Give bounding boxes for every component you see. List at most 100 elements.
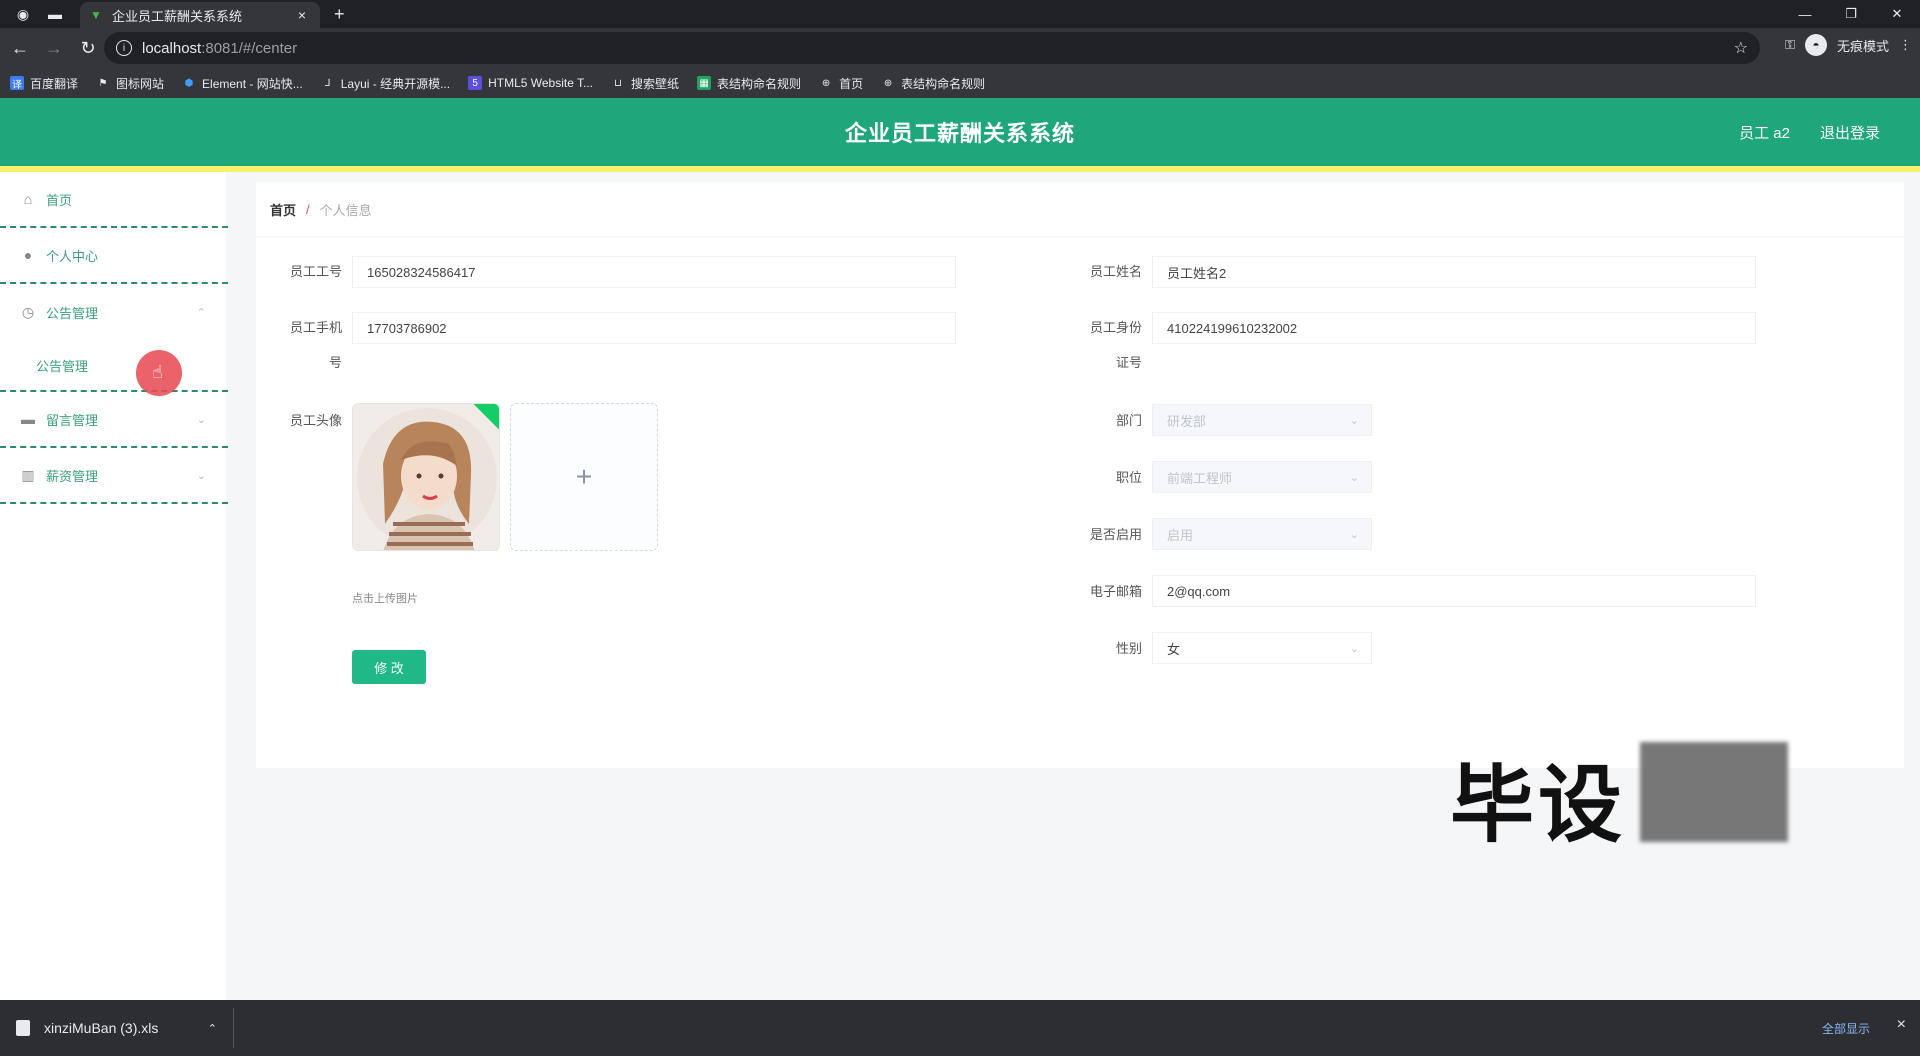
- tab-close-icon[interactable]: ×: [294, 7, 310, 23]
- sidebar-subitem-notices[interactable]: 公告管理 ☝: [0, 340, 228, 396]
- edit-button[interactable]: 修 改: [352, 650, 426, 684]
- breadcrumb-current: 个人信息: [319, 202, 372, 218]
- upload-button[interactable]: +: [510, 403, 658, 551]
- bookmark-item[interactable]: ⬢ Element - 网站快...: [182, 75, 303, 92]
- bookmark-label: 图标网站: [116, 76, 165, 91]
- sidebar-item-profile[interactable]: ● 个人中心: [0, 228, 228, 284]
- logout-link[interactable]: 退出登录: [1820, 122, 1880, 143]
- sidebar-item-notices[interactable]: ◷ 公告管理 ⌃: [0, 284, 228, 340]
- sidebar-item-label: 薪资管理: [46, 468, 99, 484]
- sheet-icon: ▦: [697, 76, 712, 90]
- gender-value: 女: [1167, 641, 1181, 657]
- bookmark-item[interactable]: ⊕ 表结构命名规则: [881, 75, 985, 92]
- breadcrumb-home[interactable]: 首页: [270, 200, 296, 219]
- phone-field[interactable]: 17703786902: [352, 312, 956, 344]
- dept-select[interactable]: 研发部 ⌄: [1152, 404, 1372, 436]
- avatar-label: 员工头像: [289, 413, 342, 428]
- bookmark-item[interactable]: 译百度翻译: [10, 75, 78, 92]
- bookmark-star-icon[interactable]: ☆: [1734, 38, 1748, 58]
- emp-name-label: 员工姓名: [1089, 264, 1142, 279]
- browser-menu-dots-icon[interactable]: ⋮: [1899, 37, 1912, 53]
- bookmark-label: 搜索壁纸: [631, 76, 680, 91]
- window-icon[interactable]: ▬: [46, 5, 64, 23]
- key-icon[interactable]: ⚿: [1785, 37, 1795, 53]
- url-path: :8081/#/center: [201, 39, 298, 57]
- globe-icon: ⊕: [883, 77, 893, 89]
- upload-tip: 点击上传图片: [352, 593, 418, 605]
- profile-form: 员工工号 165028324586417 员工手机 号 17703786902 …: [256, 238, 1904, 768]
- minimize-icon[interactable]: —: [1782, 0, 1828, 28]
- bookmark-label: 百度翻译: [30, 76, 79, 91]
- id-no-field[interactable]: 410224199610232002: [1152, 312, 1756, 344]
- home-icon: ⌂: [23, 191, 33, 207]
- email-label: 电子邮箱: [1089, 584, 1142, 599]
- flag-icon: ⚑: [98, 77, 108, 89]
- chevron-down-icon: ⌄: [196, 469, 206, 482]
- sidebar-item-label: 留言管理: [46, 412, 99, 428]
- chevron-down-icon: ⌄: [1349, 528, 1359, 541]
- enabled-select[interactable]: 启用 ⌄: [1152, 518, 1372, 550]
- browser-tab-bar: ◉ ▬ ▼ 企业员工薪酬关系系统 × + — ❐ ✕: [0, 0, 1920, 28]
- toolbar-right: ⚿ ◓ 无痕模式 ⋮: [1785, 34, 1912, 56]
- bookmark-label: 首页: [839, 76, 864, 91]
- emp-no-field[interactable]: 165028324586417: [352, 256, 956, 288]
- browser-tab[interactable]: ▼ 企业员工薪酬关系系统 ×: [80, 2, 320, 28]
- bookmark-label: 表结构命名规则: [901, 76, 986, 91]
- gender-select[interactable]: 女 ⌄: [1152, 632, 1372, 664]
- bookmark-label: Layui - 经典开源模...: [340, 76, 451, 91]
- current-user[interactable]: 员工 a2: [1739, 122, 1790, 143]
- sidebar-subitem-label: 公告管理: [36, 358, 89, 374]
- breadcrumb: 首页 / 个人信息: [256, 182, 1904, 236]
- bookmark-item[interactable]: 5 HTML5 Website T...: [468, 76, 593, 90]
- file-icon: [16, 1020, 30, 1036]
- site-info-icon[interactable]: i: [116, 40, 132, 56]
- chevron-up-icon[interactable]: ⌃: [208, 1022, 217, 1035]
- bookmark-label: HTML5 Website T...: [488, 76, 594, 90]
- sidebar: ⌂ 首页 ● 个人中心 ◷ 公告管理 ⌃ 公告管理 ☝ ▬ 留言管理 ⌄ ▥ 薪…: [0, 172, 228, 1000]
- bookmark-item[interactable]: ▦ 表结构命名规则: [697, 75, 801, 92]
- incognito-label[interactable]: 无痕模式: [1837, 36, 1889, 55]
- phone-label: 员工手机: [289, 320, 342, 335]
- new-tab-button[interactable]: +: [334, 4, 345, 25]
- show-all-downloads[interactable]: 全部显示: [1822, 1020, 1870, 1037]
- close-window-icon[interactable]: ✕: [1874, 0, 1920, 28]
- forward-icon[interactable]: →: [40, 34, 68, 62]
- browser-menu-icon[interactable]: ◉: [14, 5, 32, 23]
- sidebar-item-label: 首页: [46, 192, 73, 208]
- bookmark-item[interactable]: ⅃ Layui - 经典开源模...: [321, 75, 450, 92]
- url-host: localhost: [142, 39, 202, 57]
- avatar-portrait: [353, 404, 499, 550]
- download-filename: xinziMuBan (3).xls: [44, 1020, 159, 1036]
- chart-icon: ▥: [21, 466, 35, 483]
- back-icon[interactable]: ←: [6, 34, 34, 62]
- close-download-bar-icon[interactable]: ×: [1897, 1016, 1906, 1034]
- id-label-cont: 证号: [1115, 355, 1142, 370]
- sidebar-item-salary[interactable]: ▥ 薪资管理 ⌄: [0, 448, 228, 504]
- bookmark-item[interactable]: ⚑ 图标网站: [96, 75, 165, 92]
- user-icon: ●: [23, 247, 33, 263]
- download-item[interactable]: xinziMuBan (3).xls ⌃: [0, 1008, 234, 1048]
- incognito-icon[interactable]: ◓: [1804, 34, 1827, 56]
- sidebar-item-home[interactable]: ⌂ 首页: [0, 172, 228, 228]
- position-select[interactable]: 前端工程师 ⌄: [1152, 461, 1372, 493]
- header-accent-bar: [0, 166, 1920, 172]
- hand-cursor-icon: ☝: [152, 362, 163, 382]
- app-window: 企业员工薪酬关系系统 员工 a2 退出登录 ⌂ 首页 ● 个人中心 ◷ 公告管理…: [0, 98, 1920, 1000]
- bookmark-label: Element - 网站快...: [202, 76, 303, 91]
- chevron-down-icon: ⌄: [1349, 471, 1359, 484]
- sidebar-item-label: 公告管理: [46, 305, 99, 321]
- gender-label: 性别: [1115, 641, 1142, 656]
- phone-label-cont: 号: [328, 355, 342, 370]
- avatar-image[interactable]: [352, 403, 500, 551]
- layui-icon: ⅃: [324, 77, 331, 89]
- sidebar-item-messages[interactable]: ▬ 留言管理 ⌄: [0, 392, 228, 448]
- bookmark-item[interactable]: ⊕ 首页: [819, 75, 863, 92]
- reload-icon[interactable]: ↻: [74, 34, 102, 62]
- address-bar[interactable]: i localhost:8081/#/center ☆: [104, 32, 1760, 64]
- bookmark-item[interactable]: ⊔ 搜索壁纸: [611, 75, 679, 92]
- bookmark-label: 表结构命名规则: [717, 76, 802, 91]
- restore-icon[interactable]: ❐: [1828, 0, 1874, 28]
- email-field[interactable]: 2@qq.com: [1152, 575, 1756, 607]
- emp-name-field[interactable]: 员工姓名2: [1152, 256, 1756, 288]
- message-icon: ▬: [21, 411, 35, 427]
